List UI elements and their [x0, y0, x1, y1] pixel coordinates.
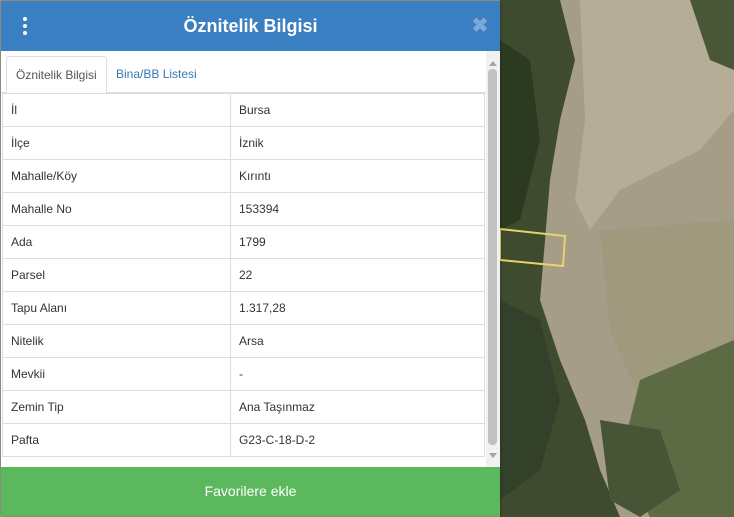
table-row: Parsel 22	[2, 258, 485, 292]
tab-building-list[interactable]: Bina/BB Listesi	[107, 56, 206, 94]
attribute-key: İlçe	[2, 126, 231, 160]
table-row: İlçe İznik	[2, 126, 485, 160]
table-row: Mevkii -	[2, 357, 485, 391]
table-row: Ada 1799	[2, 225, 485, 259]
attribute-key: İl	[2, 93, 231, 127]
attribute-value: -	[230, 357, 485, 391]
attribute-value: Ana Taşınmaz	[230, 390, 485, 424]
attribute-value: G23-C-18-D-2	[230, 423, 485, 457]
attribute-key: Ada	[2, 225, 231, 259]
panel-title: Öznitelik Bilgisi	[183, 16, 318, 36]
attribute-key: Mahalle/Köy	[2, 159, 231, 193]
scroll-up-arrow-icon[interactable]	[489, 61, 497, 66]
table-row: İl Bursa	[2, 93, 485, 127]
close-icon[interactable]: ✖	[471, 16, 489, 36]
scroll-thumb[interactable]	[488, 69, 497, 445]
attribute-key: Parsel	[2, 258, 231, 292]
attribute-value: 1.317,28	[230, 291, 485, 325]
attribute-key: Tapu Alanı	[2, 291, 231, 325]
attribute-key: Mevkii	[2, 357, 231, 391]
attribute-key: Zemin Tip	[2, 390, 231, 424]
add-to-favorites-button[interactable]: Favorilere ekle	[1, 467, 500, 516]
attribute-value: Kırıntı	[230, 159, 485, 193]
attribute-panel: Öznitelik Bilgisi ✖ Öznitelik Bilgisi Bi…	[1, 1, 500, 516]
panel-header: Öznitelik Bilgisi ✖	[1, 1, 500, 51]
attribute-value: 1799	[230, 225, 485, 259]
attribute-key: Pafta	[2, 423, 231, 457]
attribute-value: Bursa	[230, 93, 485, 127]
attribute-key: Mahalle No	[2, 192, 231, 226]
scroll-down-arrow-icon[interactable]	[489, 453, 497, 458]
attribute-value: İznik	[230, 126, 485, 160]
attribute-value: Arsa	[230, 324, 485, 358]
attribute-key: Nitelik	[2, 324, 231, 358]
tab-attribute-info[interactable]: Öznitelik Bilgisi	[6, 56, 107, 94]
table-row: Pafta G23-C-18-D-2	[2, 423, 485, 457]
tab-bar: Öznitelik Bilgisi Bina/BB Listesi	[1, 51, 486, 94]
table-row: Mahalle/Köy Kırıntı	[2, 159, 485, 193]
table-row: Zemin Tip Ana Taşınmaz	[2, 390, 485, 424]
attribute-value: 153394	[230, 192, 485, 226]
table-row: Mahalle No 153394	[2, 192, 485, 226]
table-row: Nitelik Arsa	[2, 324, 485, 358]
attribute-table: İl Bursa İlçe İznik Mahalle/Köy Kırıntı …	[2, 93, 485, 457]
table-row: Tapu Alanı 1.317,28	[2, 291, 485, 325]
attribute-value: 22	[230, 258, 485, 292]
scrollbar[interactable]	[486, 51, 500, 467]
